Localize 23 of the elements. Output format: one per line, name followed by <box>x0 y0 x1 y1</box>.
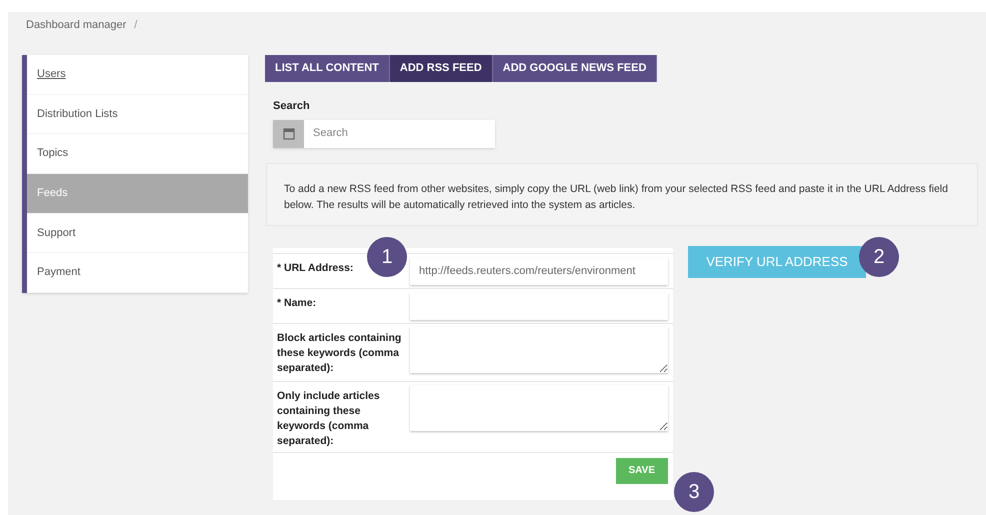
input-field[interactable] <box>410 292 668 320</box>
search-field[interactable]: Search <box>304 120 495 148</box>
calendar-icon <box>282 128 294 140</box>
breadcrumb-link[interactable]: Dashboard manager <box>26 16 126 34</box>
sidebar-item[interactable]: Users <box>27 55 248 95</box>
input-field[interactable]: http://feeds.reuters.com/reuters/environment <box>410 258 668 284</box>
sidebar-item[interactable]: Distribution Lists <box>27 94 248 134</box>
sidebar-item[interactable]: Support <box>27 214 248 254</box>
info-text: To add a new RSS feed from other websites, simply copy the URL (web link) from your selected RSS feed and paste it in the URL Address field below. The results will be automatically retrieved into the system as articles. <box>266 162 978 226</box>
search-label: Search <box>273 99 311 114</box>
field-label: * URL Address: <box>276 260 354 276</box>
sidebar-item[interactable]: Topics <box>27 134 248 174</box>
calendar-button[interactable] <box>273 120 304 148</box>
tab[interactable]: LIST ALL CONTENT <box>265 55 390 82</box>
text-area[interactable] <box>410 326 668 372</box>
tab[interactable]: ADD RSS FEED <box>390 55 493 82</box>
field-label: Only include articles containing these keywords (comma separated): <box>276 388 381 448</box>
breadcrumb-separator: / <box>134 18 138 33</box>
tab[interactable]: ADD GOOGLE NEWS FEED <box>492 55 658 82</box>
text-area[interactable] <box>410 384 668 430</box>
field-label: Block articles containing these keywords (comma separated): <box>276 330 402 376</box>
sidebar-item[interactable]: Payment <box>27 253 248 294</box>
field-label: * Name: <box>276 296 318 310</box>
